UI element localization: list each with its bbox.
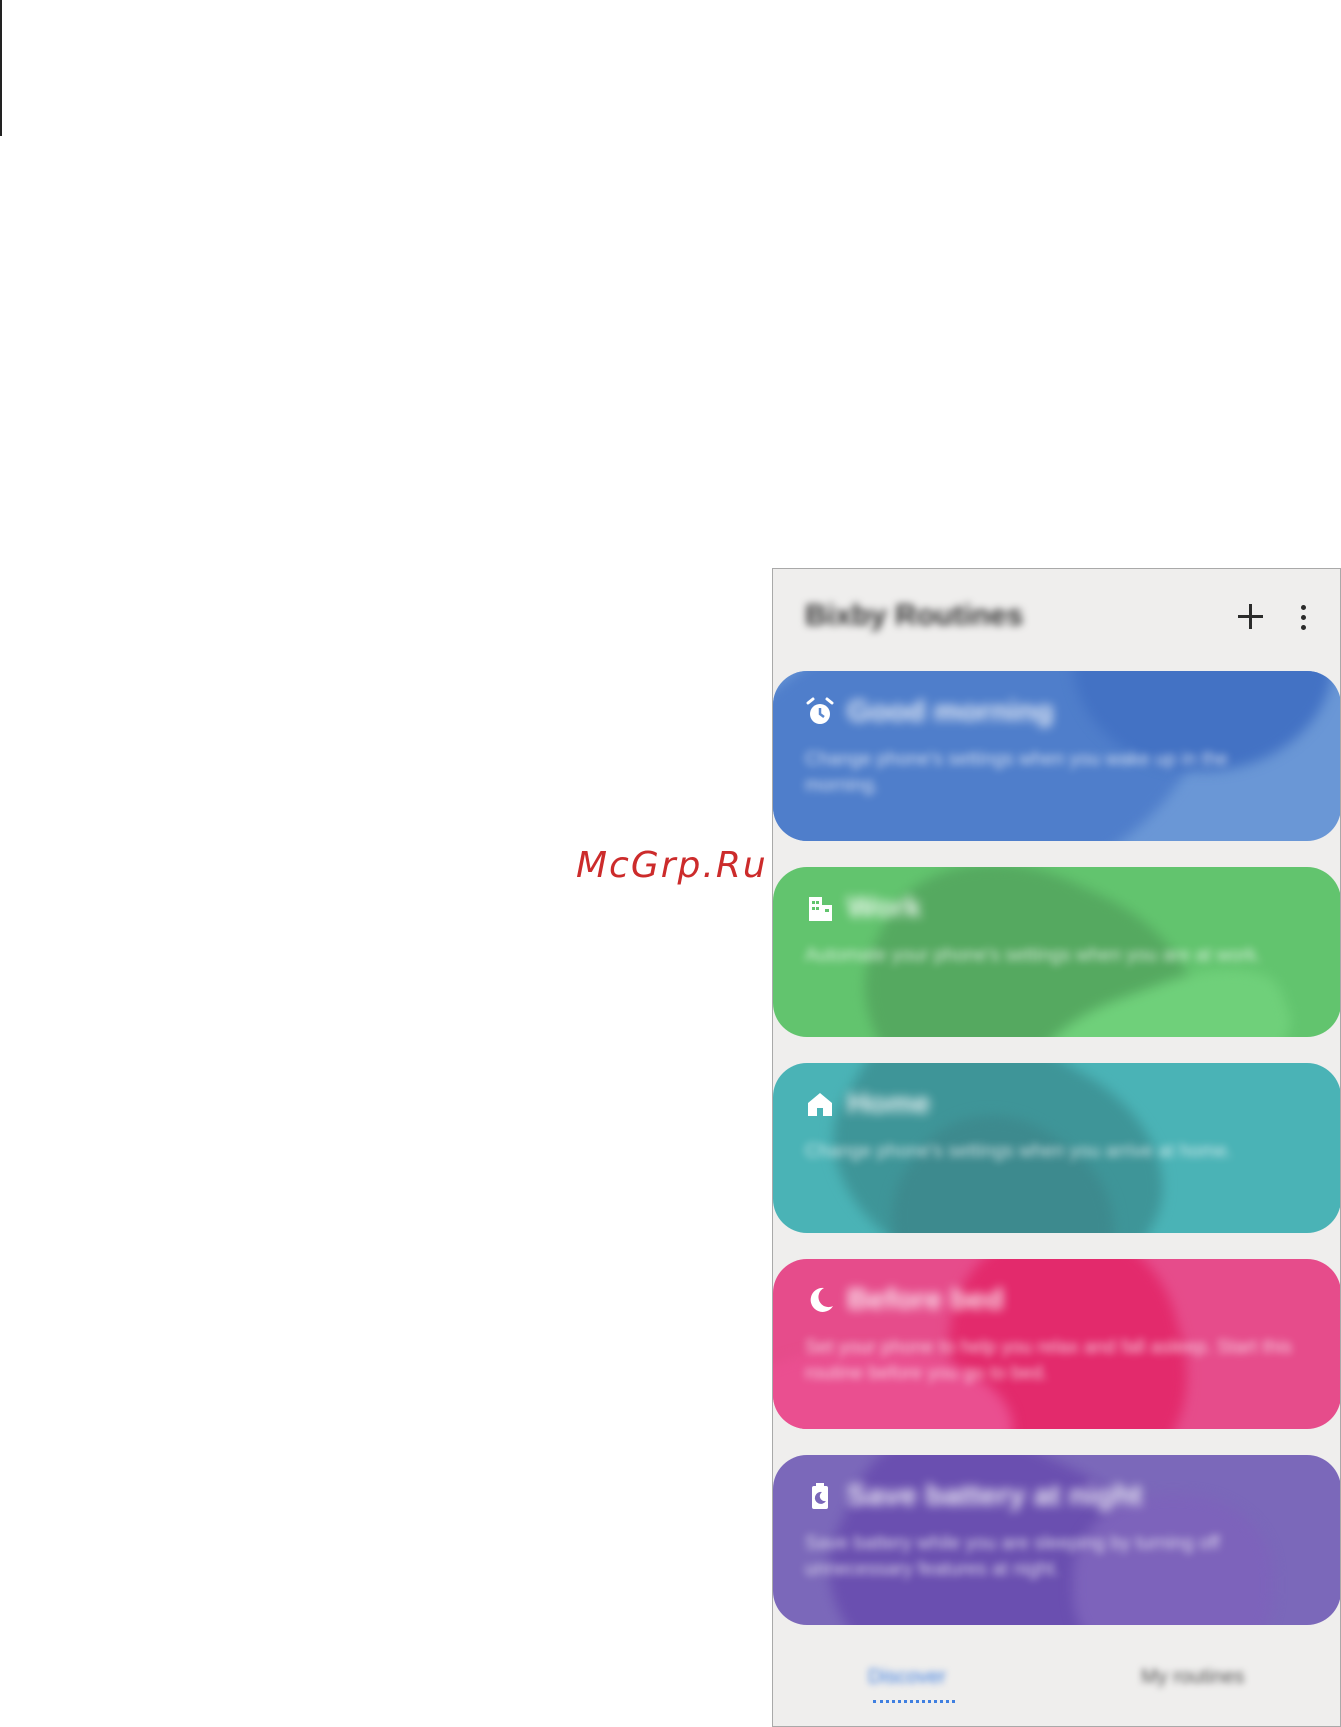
more-vert-icon-dot bbox=[1301, 605, 1306, 610]
routine-description: Set your phone to help you relax and fal… bbox=[805, 1337, 1292, 1384]
active-tab-indicator bbox=[873, 1700, 955, 1703]
routine-description: Automate your phone's settings when you … bbox=[805, 945, 1262, 966]
alarm-icon bbox=[806, 697, 834, 724]
routine-title: Save battery at night bbox=[847, 1479, 1143, 1512]
routine-description: Save battery while you are sleeping by t… bbox=[805, 1533, 1220, 1580]
routine-title: Before bed bbox=[847, 1283, 1004, 1316]
more-vert-icon-dot bbox=[1301, 625, 1306, 630]
phone-screenshot: Bixby Routines Good morning Change phone… bbox=[772, 568, 1341, 1727]
bottom-tabs: Discover My routines bbox=[773, 1636, 1340, 1726]
routine-card-work[interactable]: Work Automate your phone's settings when… bbox=[773, 867, 1340, 1037]
routine-card-good-morning[interactable]: Good morning Change phone's settings whe… bbox=[773, 671, 1340, 841]
app-bar: Bixby Routines bbox=[773, 569, 1340, 661]
tab-discover[interactable]: Discover bbox=[868, 1666, 946, 1689]
watermark: McGrp.Ru bbox=[576, 845, 768, 886]
routine-description: Change phone's settings when you arrive … bbox=[805, 1141, 1233, 1162]
add-routine-button[interactable] bbox=[1227, 593, 1273, 639]
home-icon bbox=[808, 1093, 832, 1116]
routine-title: Good morning bbox=[847, 695, 1054, 728]
more-options-button[interactable] bbox=[1283, 593, 1323, 639]
routine-card-home[interactable]: Home Change phone's settings when you ar… bbox=[773, 1063, 1340, 1233]
tab-my-routines[interactable]: My routines bbox=[1141, 1666, 1244, 1689]
routine-card-before-bed[interactable]: Before bed Set your phone to help you re… bbox=[773, 1259, 1340, 1429]
routine-title: Work bbox=[847, 891, 922, 924]
routine-title: Home bbox=[847, 1087, 931, 1120]
routine-card-save-battery-at-night[interactable]: Save battery at night Save battery while… bbox=[773, 1455, 1340, 1625]
app-title: Bixby Routines bbox=[805, 599, 1024, 632]
page-margin-rule bbox=[0, 0, 2, 136]
battery-moon-icon bbox=[812, 1483, 828, 1509]
building-icon bbox=[809, 897, 832, 921]
routine-description: Change phone's settings when you wake up… bbox=[805, 749, 1228, 796]
moon-icon bbox=[810, 1287, 833, 1312]
more-vert-icon-dot bbox=[1301, 615, 1306, 620]
